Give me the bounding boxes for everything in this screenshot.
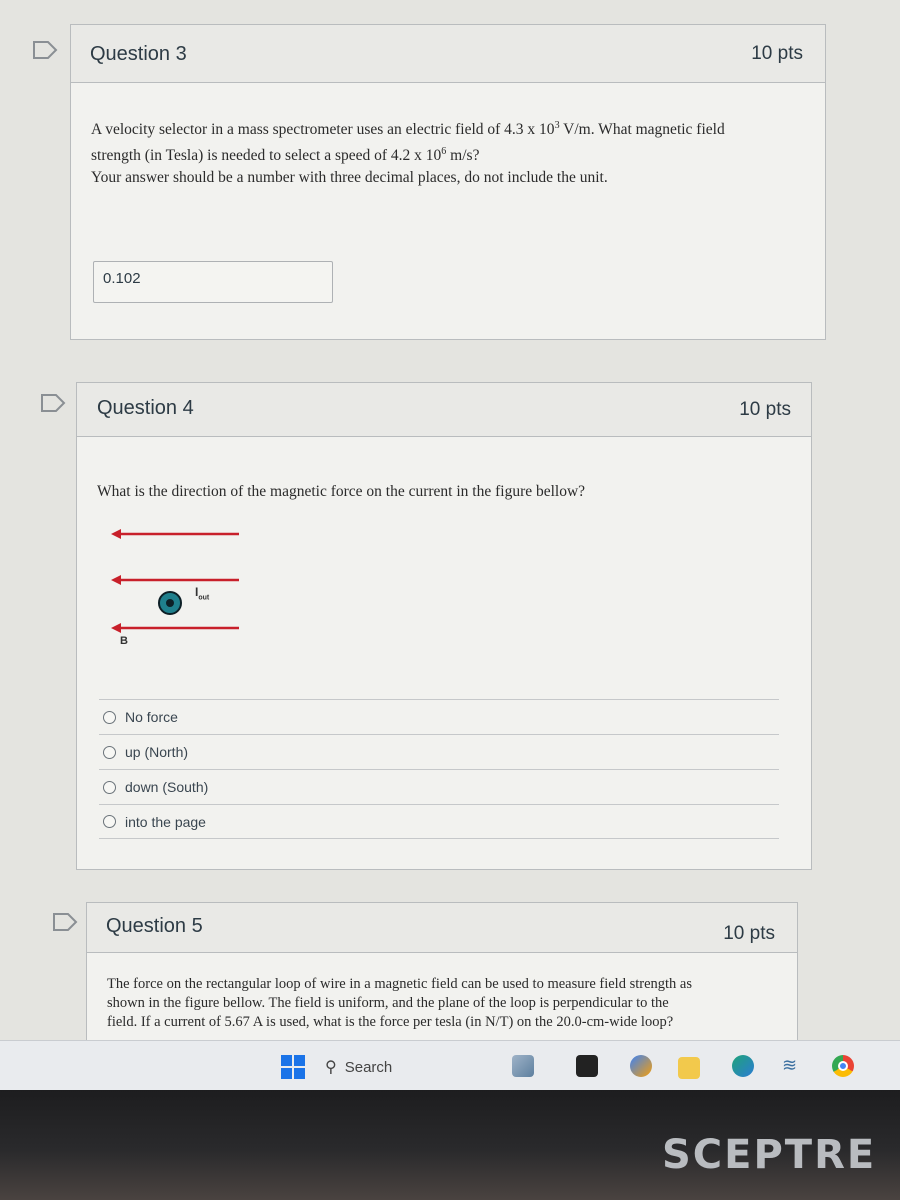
windows-taskbar: ⚲ Search ≋ (0, 1040, 900, 1090)
option-no-force[interactable]: No force (99, 699, 779, 734)
edge-icon[interactable] (732, 1055, 754, 1077)
question-5-header: Question 5 10 pts (87, 903, 797, 953)
answer-value: 0.102 (103, 270, 141, 287)
question-5-title: Question 5 (106, 915, 203, 937)
search-icon: ⚲ (325, 1059, 337, 1076)
question-3-title: Question 3 (90, 43, 187, 65)
files-icon[interactable] (512, 1055, 534, 1077)
radio-button[interactable] (103, 710, 116, 724)
option-label: No force (125, 709, 178, 725)
field-line-2 (111, 575, 239, 585)
current-out-of-page-symbol (158, 591, 182, 615)
question-3-instructions: Your answer should be a number with thre… (91, 169, 608, 187)
flag-question-5-icon[interactable] (52, 912, 78, 932)
chrome-icon[interactable] (832, 1055, 854, 1077)
question-4-title: Question 4 (97, 397, 194, 419)
browser-viewport: Question 3 10 pts A velocity selector in… (0, 0, 900, 1050)
question-3-text-line: strength (in Tesla) is needed to select … (91, 147, 442, 165)
windows-start-icon[interactable] (281, 1055, 305, 1079)
field-label: B (120, 635, 128, 647)
magnetic-field-figure: Iout B (107, 523, 247, 663)
monitor-brand-logo: SCEPTRE (662, 1132, 877, 1178)
question-3-text-line: V/m. What magnetic field (559, 121, 725, 139)
option-down-south[interactable]: down (South) (99, 769, 779, 804)
question-5-points: 10 pts (723, 923, 775, 944)
question-4-points: 10 pts (739, 399, 791, 420)
answer-input[interactable]: 0.102 (93, 261, 333, 303)
file-explorer-icon[interactable] (678, 1057, 700, 1079)
question-4-card: Question 4 10 pts What is the direction … (76, 382, 812, 870)
question-3-text-line: A velocity selector in a mass spectromet… (91, 121, 555, 139)
question-3-text: A velocity selector in a mass spectromet… (91, 115, 811, 189)
question-3-header: Question 3 10 pts (71, 25, 825, 83)
question-3-points: 10 pts (751, 43, 803, 64)
question-5-text-line: shown in the figure bellow. The field is… (107, 995, 669, 1011)
taskbar-search[interactable]: ⚲ Search (325, 1053, 505, 1081)
question-3-text-line: m/s? (446, 147, 480, 165)
option-label: into the page (125, 813, 206, 830)
radio-button[interactable] (103, 745, 116, 759)
question-4-header: Question 4 10 pts (77, 383, 811, 437)
question-5-text: The force on the rectangular loop of wir… (107, 975, 787, 1032)
option-up-north[interactable]: up (North) (99, 734, 779, 769)
question-5-text-line: field. If a current of 5.67 A is used, w… (107, 1014, 674, 1030)
flag-question-3-icon[interactable] (32, 40, 58, 60)
question-5-text-line: The force on the rectangular loop of wir… (107, 976, 693, 992)
field-line-1 (111, 529, 239, 539)
question-3-card: Question 3 10 pts A velocity selector in… (70, 24, 826, 340)
widgets-icon[interactable]: ≋ (782, 1055, 804, 1077)
option-into-the-page[interactable]: into the page (99, 804, 779, 839)
search-placeholder: Search (344, 1058, 393, 1076)
radio-button[interactable] (103, 780, 116, 794)
terminal-icon[interactable] (576, 1055, 598, 1077)
option-label: up (North) (125, 744, 189, 760)
question-4-text: What is the direction of the magnetic fo… (97, 483, 586, 500)
field-line-3 (111, 623, 239, 633)
flag-question-4-icon[interactable] (40, 393, 66, 413)
current-label: Iout (195, 585, 210, 602)
question-5-card: Question 5 10 pts The force on the recta… (86, 902, 798, 1050)
copilot-icon[interactable] (630, 1055, 652, 1077)
radio-button[interactable] (103, 815, 116, 828)
option-label: down (South) (125, 779, 209, 795)
